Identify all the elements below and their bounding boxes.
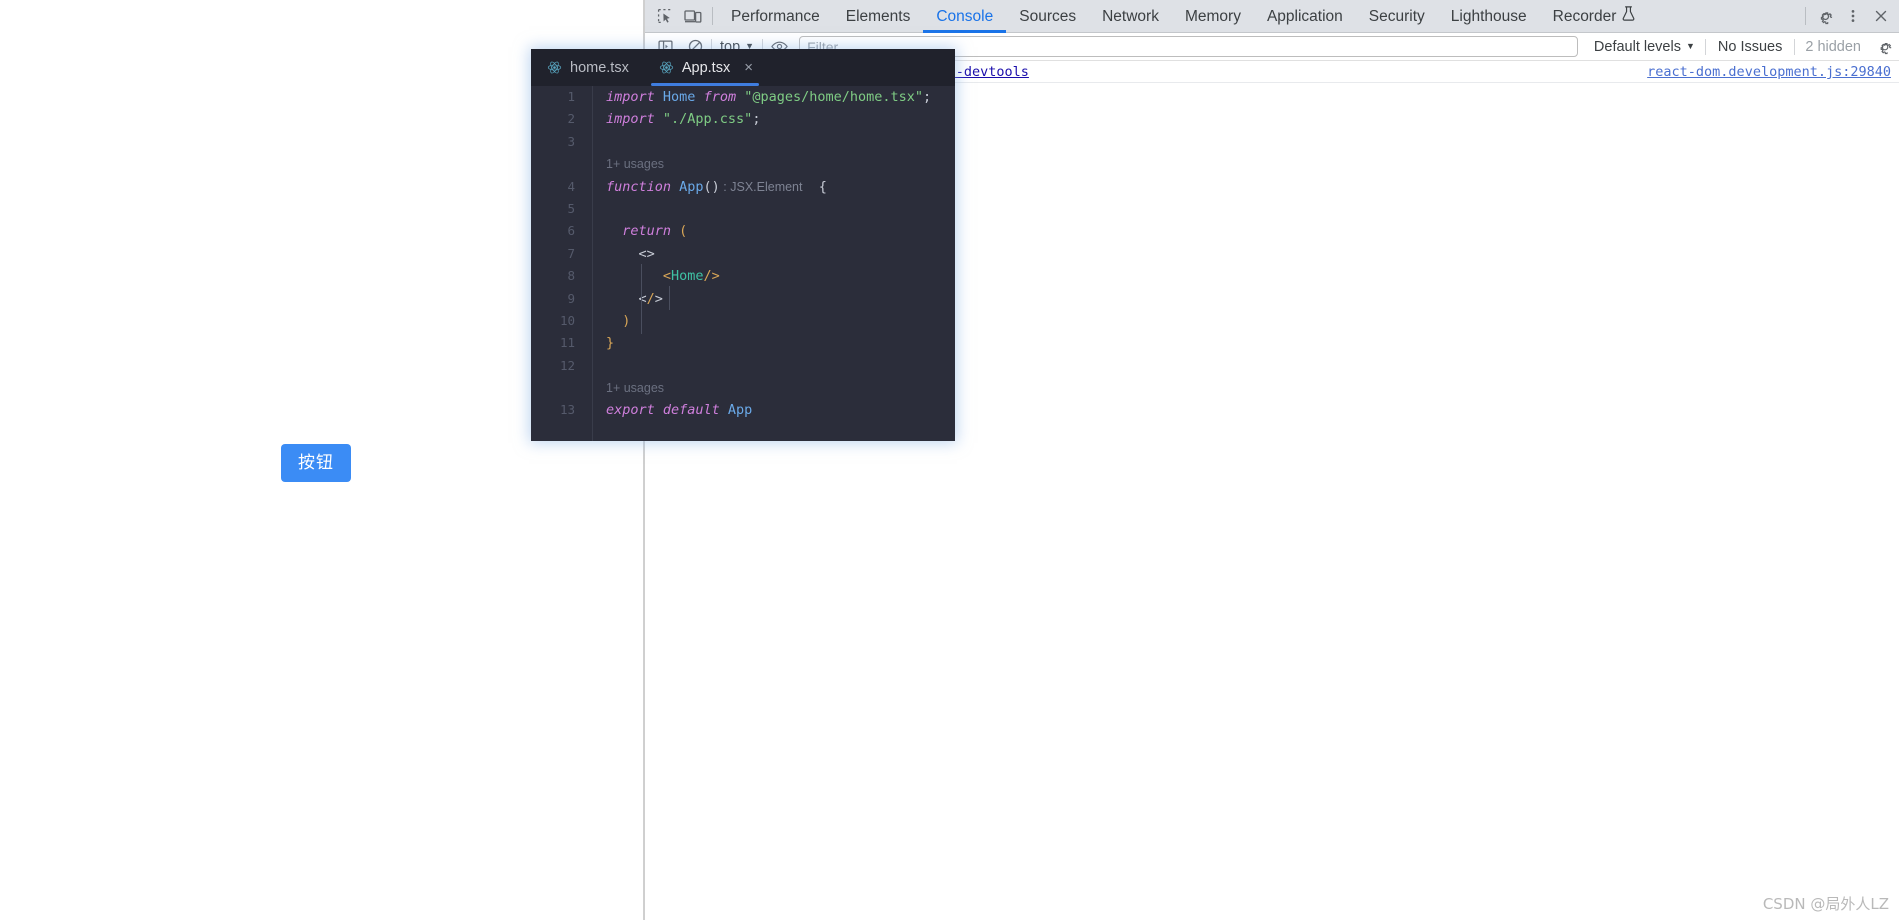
- filterbar-separator-4: [1794, 38, 1796, 55]
- tab-network[interactable]: Network: [1089, 0, 1172, 33]
- line-number: 4: [567, 178, 575, 194]
- indent-guide: [669, 286, 670, 310]
- line-number: 2: [567, 111, 575, 127]
- code-text: </>: [606, 290, 663, 307]
- tab-memory[interactable]: Memory: [1172, 0, 1254, 33]
- tab-security[interactable]: Security: [1356, 0, 1438, 33]
- indent-guide: [641, 264, 642, 334]
- filterbar-separator-3: [1704, 38, 1706, 55]
- editor-code-line: 5: [531, 198, 955, 220]
- editor-code-line: 3: [531, 131, 955, 153]
- editor-usage-hint-row: 1+ usages: [531, 153, 955, 175]
- tab-sources[interactable]: Sources: [1006, 0, 1089, 33]
- editor-tab-app-tsx[interactable]: App.tsx ×: [643, 49, 767, 86]
- line-number: 1: [567, 89, 575, 104]
- editor-code-line: 10 ): [531, 310, 955, 332]
- code-text: import "./App.css";: [606, 111, 761, 128]
- line-number: 7: [567, 245, 575, 261]
- tab-elements[interactable]: Elements: [833, 0, 924, 33]
- react-icon: [547, 60, 562, 75]
- code-text: export default App: [606, 402, 753, 419]
- editor-code-line: 6 return (: [531, 220, 955, 242]
- usage-hint-text: 1+ usages: [606, 157, 665, 172]
- editor-code-line: 7 <>: [531, 243, 955, 265]
- code-text: function App() : JSX.Element {: [606, 178, 827, 195]
- tab-console[interactable]: Console: [923, 0, 1006, 33]
- line-number: 12: [559, 357, 575, 373]
- code-text: return (: [606, 223, 688, 240]
- tab-lighthouse[interactable]: Lighthouse: [1438, 0, 1540, 33]
- editor-code-line: 9 </>: [531, 288, 955, 310]
- gear-icon[interactable]: [1811, 2, 1839, 30]
- editor-code-line: 11}: [531, 332, 955, 354]
- editor-code-line: 4 function App() : JSX.Element {: [531, 176, 955, 198]
- editor-tab-label: App.tsx: [681, 59, 731, 76]
- editor-code-line: 1 import Home from "@pages/home/home.tsx"…: [531, 86, 955, 108]
- console-message-source[interactable]: react-dom.development.js:29840: [1647, 61, 1891, 83]
- chevron-down-icon: ▼: [1685, 41, 1695, 51]
- editor-code-line: 13 export default App: [531, 399, 955, 421]
- code-text: <>: [606, 245, 655, 262]
- code-text: }: [606, 335, 615, 352]
- editor-code-lines: 1 import Home from "@pages/home/home.tsx"…: [531, 86, 955, 441]
- watermark: CSDN @局外人LZ: [1762, 895, 1889, 913]
- editor-code-line: 2 import "./App.css";: [531, 108, 955, 130]
- hidden-messages-count: 2 hidden: [1805, 38, 1861, 55]
- log-levels-label: Default levels: [1593, 38, 1681, 55]
- tab-performance[interactable]: Performance: [718, 0, 833, 33]
- line-number: 8: [567, 268, 575, 284]
- usage-hint-text: 1+ usages: [606, 381, 665, 396]
- more-vertical-icon[interactable]: [1839, 2, 1867, 30]
- line-number: 11: [559, 335, 575, 351]
- line-number: 6: [567, 223, 575, 239]
- line-number: 3: [567, 133, 575, 149]
- close-icon[interactable]: ×: [744, 60, 753, 75]
- tab-application[interactable]: Application: [1254, 0, 1356, 33]
- code-editor-overlay: home.tsx App.tsx × 1 import Home from "@…: [531, 49, 955, 441]
- editor-code-line: 12: [531, 355, 955, 377]
- devtools-tabbar: Performance Elements Console Sources Net…: [645, 0, 1899, 33]
- log-levels-dropdown[interactable]: Default levels ▼: [1586, 39, 1703, 55]
- code-text: <Home/>: [606, 268, 720, 285]
- line-number: 10: [559, 312, 575, 328]
- editor-code-line: 8 <Home/>: [531, 265, 955, 287]
- tabbar-separator: [712, 7, 713, 25]
- code-text: ): [606, 312, 631, 329]
- close-icon[interactable]: [1867, 2, 1895, 30]
- tabbar-separator-right: [1805, 7, 1806, 25]
- editor-tabbar: home.tsx App.tsx ×: [531, 49, 955, 86]
- gear-icon[interactable]: [1871, 33, 1899, 61]
- inspect-element-icon[interactable]: [651, 2, 679, 30]
- line-number: 13: [559, 402, 575, 418]
- flask-icon: [1622, 0, 1635, 33]
- device-toolbar-icon[interactable]: [679, 2, 707, 30]
- line-number: 5: [567, 200, 575, 216]
- page-action-button[interactable]: 按钮: [281, 444, 351, 482]
- react-icon: [659, 60, 674, 75]
- tab-recorder-label: Recorder: [1552, 7, 1617, 25]
- tabbar-right-controls: [1800, 2, 1899, 30]
- editor-tab-home-tsx[interactable]: home.tsx: [531, 49, 643, 86]
- line-number: 9: [567, 290, 575, 306]
- issues-counter[interactable]: No Issues: [1708, 39, 1792, 55]
- code-text: import Home from "@pages/home/home.tsx";: [606, 89, 932, 105]
- editor-tab-label: home.tsx: [570, 59, 629, 76]
- screenshot-root: 按钮 Performance Elements Console Sources …: [0, 0, 1899, 920]
- tab-recorder[interactable]: Recorder: [1540, 0, 1649, 33]
- editor-usage-hint-row: 1+ usages: [531, 377, 955, 399]
- editor-code-area[interactable]: 1 import Home from "@pages/home/home.tsx"…: [531, 86, 955, 441]
